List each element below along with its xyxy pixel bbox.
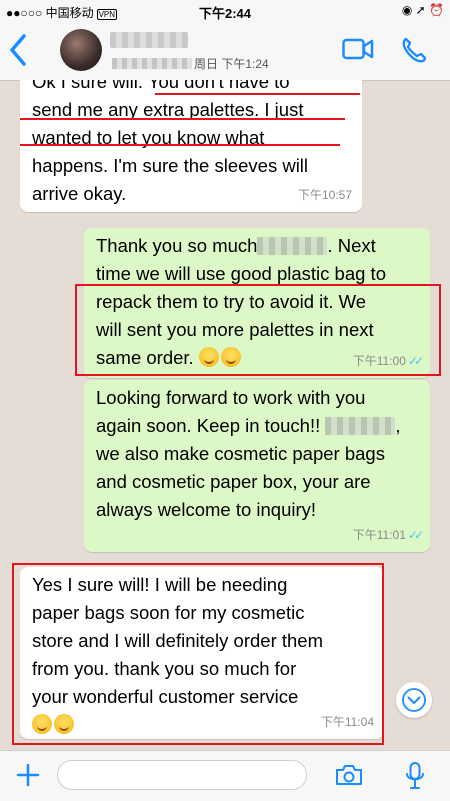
redacted-text bbox=[325, 417, 396, 435]
redacted-text bbox=[257, 237, 328, 255]
redacted-text bbox=[112, 58, 192, 69]
composer-bar bbox=[0, 750, 450, 801]
message-outgoing[interactable]: Looking forward to work with you again s… bbox=[84, 380, 430, 552]
chevron-down-icon bbox=[402, 688, 426, 712]
phone-icon[interactable] bbox=[400, 36, 428, 64]
message-list[interactable]: Ok I sure will. You don't have to send m… bbox=[0, 80, 450, 750]
avatar[interactable] bbox=[60, 29, 102, 71]
status-icons: ◉ ➚ ⏰ bbox=[401, 3, 444, 17]
message-time: 下午10:57 bbox=[297, 188, 352, 202]
contact-name-redacted[interactable] bbox=[110, 32, 188, 48]
message-line: and cosmetic paper box, your are bbox=[96, 471, 371, 492]
chat-header: 周日 下午1:24 bbox=[0, 22, 450, 81]
annotation-underline bbox=[20, 118, 345, 120]
last-seen: 周日 下午1:24 bbox=[112, 55, 269, 72]
message-line: we also make cosmetic paper bags bbox=[96, 443, 385, 464]
chevron-left-icon[interactable] bbox=[8, 32, 28, 68]
message-line: Thank you so much. Next bbox=[96, 235, 376, 256]
clock: 下午2:44 bbox=[198, 6, 252, 21]
video-call-icon[interactable] bbox=[342, 38, 374, 60]
message-line: Looking forward to work with you bbox=[96, 387, 366, 408]
message-line: happens. I'm sure the sleeves will bbox=[32, 155, 309, 176]
message-time: 下午11:01 ✓✓ bbox=[352, 528, 424, 542]
message-input[interactable] bbox=[57, 760, 307, 790]
plus-icon[interactable] bbox=[16, 763, 40, 787]
annotation-underline bbox=[20, 144, 340, 146]
status-bar: ●●○○○ 中国移动 VPN 下午2:44 ◉ ➚ ⏰ bbox=[0, 0, 450, 22]
message-incoming[interactable]: Ok I sure will. You don't have to send m… bbox=[20, 80, 362, 212]
annotation-box bbox=[12, 563, 384, 745]
message-line: again soon. Keep in touch!! , bbox=[96, 415, 401, 436]
annotation-box bbox=[75, 284, 441, 376]
annotation-underline bbox=[155, 93, 360, 95]
scroll-to-bottom-button[interactable] bbox=[396, 682, 432, 718]
message-line: wanted to let you know what bbox=[32, 127, 265, 148]
read-receipt-icon: ✓✓ bbox=[407, 528, 424, 542]
microphone-icon[interactable] bbox=[404, 761, 426, 791]
camera-icon[interactable] bbox=[334, 763, 364, 787]
message-line: always welcome to inquiry! bbox=[96, 499, 317, 520]
